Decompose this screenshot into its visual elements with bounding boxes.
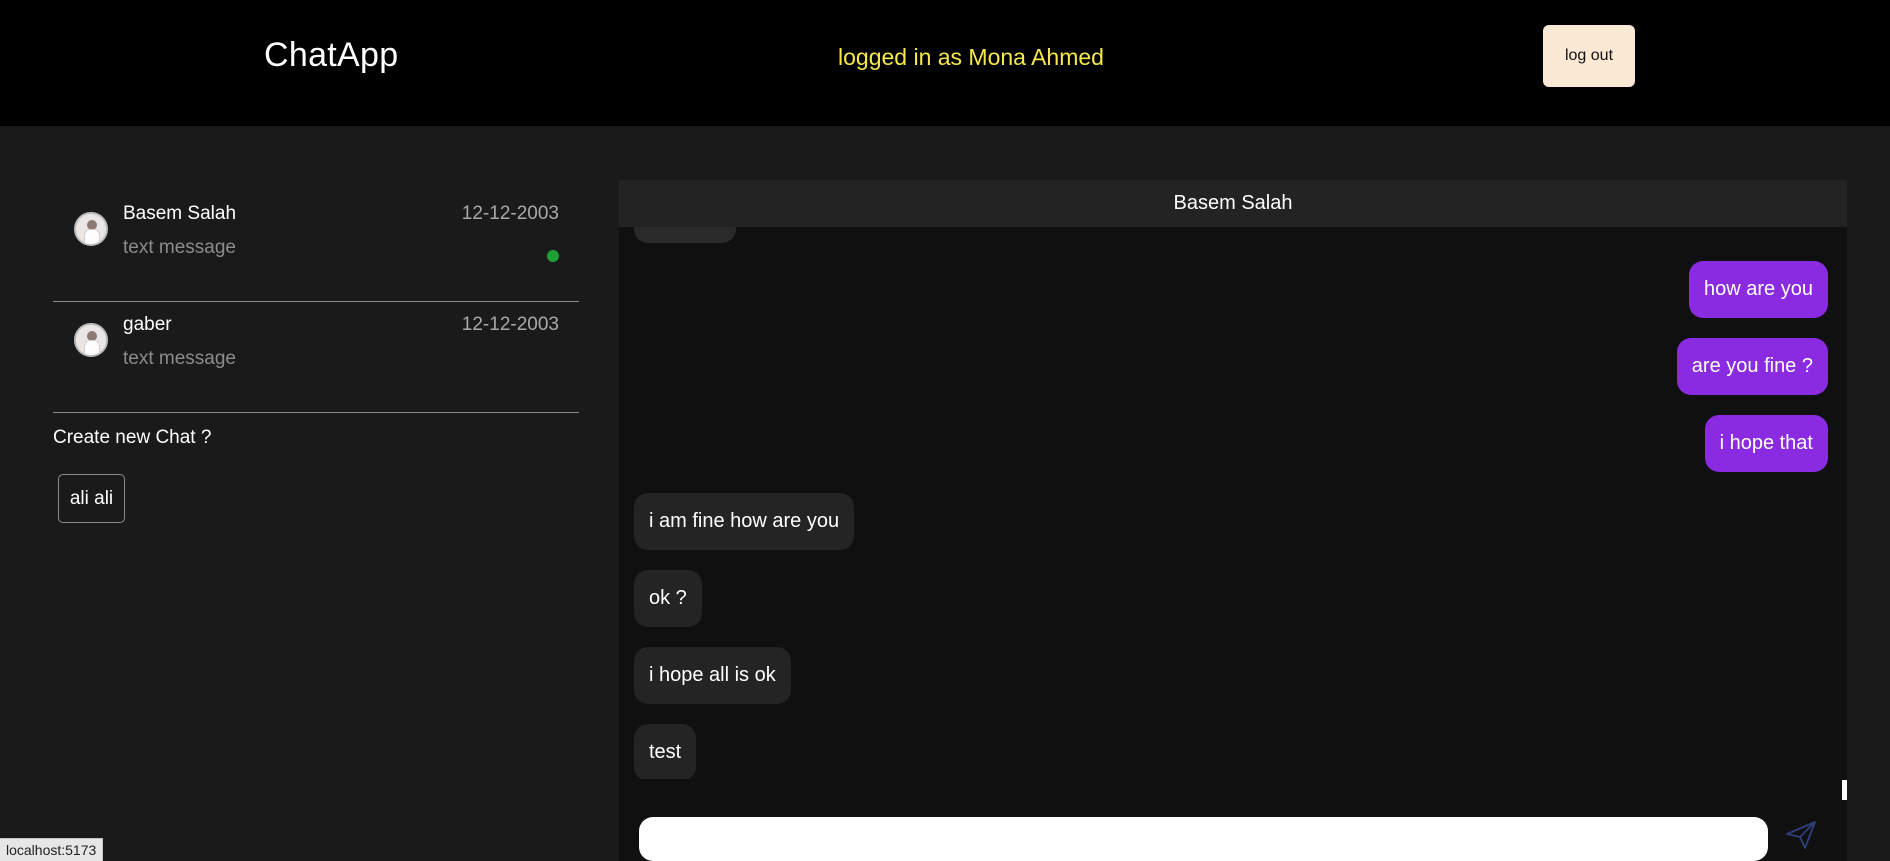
chat-list-item[interactable]: gaber 12-12-2003 text message bbox=[53, 302, 579, 413]
message-bubble-outgoing: how are you bbox=[1689, 261, 1828, 318]
send-button[interactable] bbox=[1782, 818, 1820, 852]
app-logo[interactable]: ChatApp bbox=[264, 36, 398, 75]
send-icon bbox=[1786, 821, 1816, 849]
message-bubble-incoming: i hope all is ok bbox=[634, 647, 791, 704]
chat-list: Basem Salah 12-12-2003 text message gabe… bbox=[53, 191, 579, 413]
logout-button[interactable]: log out bbox=[1543, 25, 1635, 87]
message-bubble-incoming: ok ? bbox=[634, 570, 702, 627]
message-bubble-outgoing: i hope that bbox=[1704, 415, 1828, 472]
create-chat-label: Create new Chat ? bbox=[53, 427, 212, 448]
status-bar-url: localhost:5173 bbox=[0, 838, 104, 861]
chat-date: 12-12-2003 bbox=[461, 203, 559, 224]
avatar bbox=[74, 323, 108, 357]
logged-in-user-text: logged in as Mona Ahmed bbox=[838, 44, 1104, 70]
message-input[interactable] bbox=[639, 817, 1768, 861]
chat-name: Basem Salah bbox=[123, 203, 237, 224]
message-bubble-incoming: i am fine how are you bbox=[634, 493, 855, 550]
chat-preview: text message bbox=[123, 237, 236, 258]
avatar bbox=[74, 212, 108, 246]
message-bubble-outgoing: are you fine ? bbox=[1676, 338, 1828, 395]
chat-date: 12-12-2003 bbox=[461, 314, 559, 335]
message-bubble-incoming: test bbox=[634, 724, 697, 779]
top-navbar: ChatApp logged in as Mona Ahmed log out bbox=[0, 0, 1890, 126]
online-status-icon bbox=[547, 250, 559, 262]
message-bubble-partial bbox=[634, 227, 736, 243]
divider bbox=[53, 412, 579, 413]
message-list[interactable]: how are you are you fine ? i hope that i… bbox=[619, 227, 1847, 779]
chat-name: gaber bbox=[123, 314, 172, 335]
chat-list-item[interactable]: Basem Salah 12-12-2003 text message bbox=[53, 191, 579, 302]
scrollbar-thumb[interactable] bbox=[1842, 780, 1847, 800]
conversation-panel: Basem Salah how are you are you fine ? i… bbox=[619, 180, 1847, 861]
chat-preview: text message bbox=[123, 348, 236, 369]
new-chat-user-button[interactable]: ali ali bbox=[58, 474, 125, 523]
conversation-title: Basem Salah bbox=[619, 180, 1847, 227]
